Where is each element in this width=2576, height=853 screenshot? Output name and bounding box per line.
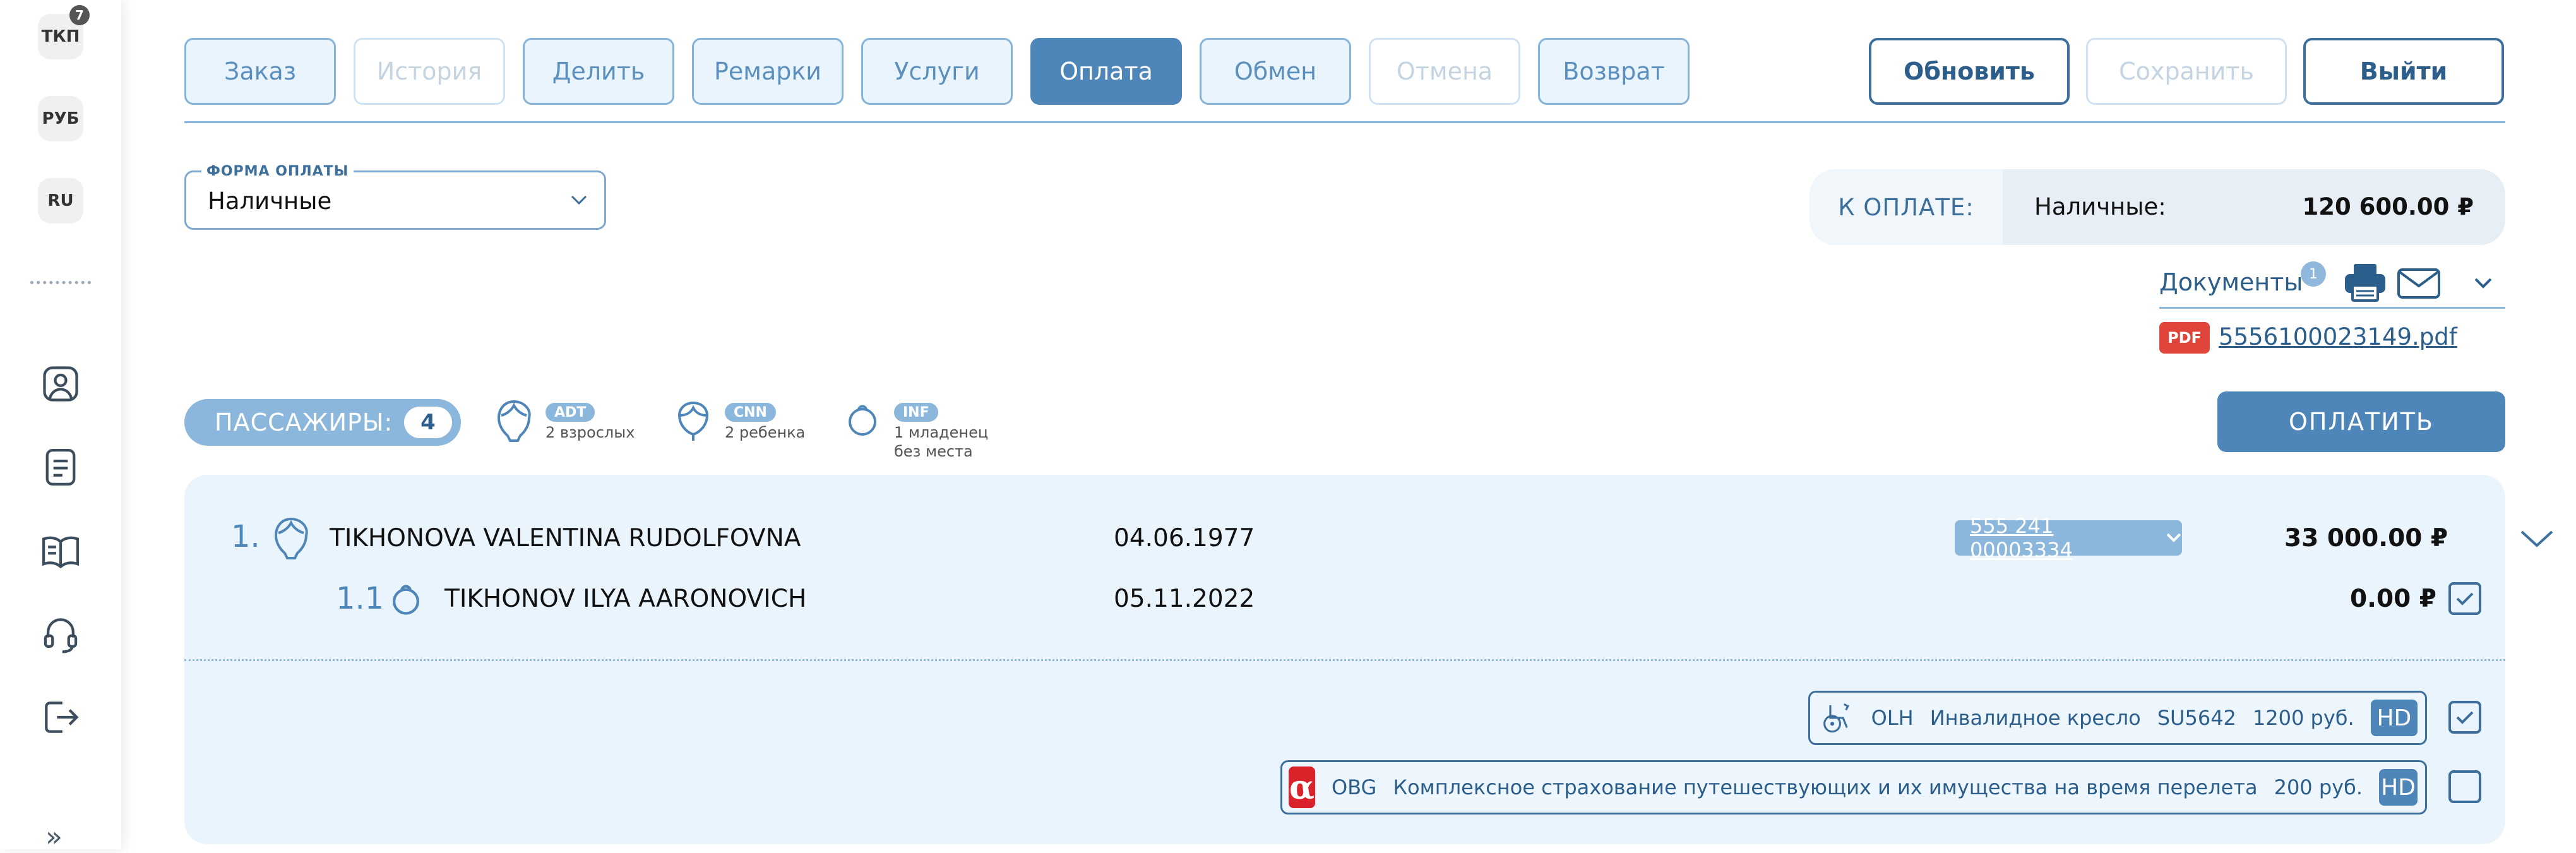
passenger-name: TIKHONOVA VALENTINA RUDOLFOVNA	[330, 524, 801, 552]
alpha-insurance-logo-icon: α	[1289, 767, 1315, 808]
service-item[interactable]: α OBG Комплексное страхование путешеству…	[1280, 760, 2427, 814]
service-status-badge: HD	[2378, 769, 2418, 806]
tab-cancel[interactable]: Отмена	[1369, 38, 1520, 105]
profile-icon[interactable]	[38, 361, 83, 407]
adult-face-icon	[497, 400, 531, 442]
chevron-down-icon	[2166, 533, 2181, 542]
wheelchair-icon	[1823, 703, 1849, 733]
passenger-number: 1.1	[336, 581, 385, 616]
passenger-type-desc-line2: без места	[894, 443, 973, 460]
headset-icon[interactable]	[38, 611, 83, 657]
infant-face-icon	[393, 585, 419, 615]
chevron-down-icon	[571, 195, 587, 205]
payment-form-value: Наличные	[208, 188, 332, 215]
passenger-dob: 05.11.2022	[1114, 585, 1255, 613]
sidebar-divider	[30, 281, 91, 284]
tab-split[interactable]: Делить	[523, 38, 674, 105]
to-pay-panel: К ОПЛАТЕ: Наличные: 120 600.00 ₽	[1810, 169, 2505, 245]
tab-remarks[interactable]: Ремарки	[692, 38, 844, 105]
header-divider	[184, 121, 2505, 123]
service-name: Инвалидное кресло	[1929, 706, 2141, 730]
save-button[interactable]: Сохранить	[2086, 38, 2287, 105]
infant-face-icon	[849, 405, 876, 436]
passenger-dob: 04.06.1977	[1114, 524, 1255, 552]
exit-button[interactable]: Выйти	[2303, 38, 2504, 105]
sidebar-item-label: РУБ	[42, 109, 80, 128]
card-divider	[184, 659, 2505, 661]
passengers-label: ПАССАЖИРЫ:	[215, 409, 393, 436]
documents-label[interactable]: Документы	[2159, 268, 2303, 296]
mail-icon[interactable]	[2397, 268, 2441, 299]
service-status-badge: HD	[2370, 700, 2418, 736]
service-price: 200 руб.	[2274, 775, 2363, 799]
refresh-button[interactable]: Обновить	[1869, 38, 2070, 105]
ticket-number-dropdown[interactable]: 555 241 00003334	[1955, 514, 2182, 562]
passenger-price: 0.00 ₽	[2350, 585, 2436, 613]
passengers-count: 4	[404, 407, 452, 438]
chevron-down-icon[interactable]	[2519, 528, 2555, 549]
chevron-down-icon[interactable]	[2472, 275, 2494, 290]
passenger-checkbox[interactable]	[2448, 582, 2481, 615]
book-icon[interactable]	[38, 528, 83, 573]
passenger-type-code: CNN	[725, 403, 776, 422]
service-code: OBG	[1331, 775, 1377, 799]
service-checkbox[interactable]	[2448, 770, 2481, 803]
service-code: OLH	[1871, 706, 1914, 730]
sidebar-item-currency[interactable]: РУБ	[38, 96, 83, 141]
passenger-type-code: ADT	[546, 403, 595, 422]
pdf-icon: PDF	[2159, 322, 2210, 354]
child-face-icon	[677, 401, 709, 441]
passenger-type-desc: 1 младенец	[894, 424, 989, 441]
check-icon	[2456, 592, 2474, 605]
notification-badge: 7	[69, 5, 90, 25]
service-flight: SU5642	[2157, 706, 2236, 730]
passenger-type-code: INF	[894, 403, 938, 422]
tab-payment[interactable]: Оплата	[1030, 38, 1182, 105]
service-name: Комплексное страхование путешествующих и…	[1393, 775, 2258, 799]
service-checkbox[interactable]	[2448, 701, 2481, 734]
payment-form-legend: ФОРМА ОПЛАТЫ	[201, 164, 354, 179]
tab-order[interactable]: Заказ	[184, 38, 336, 105]
passenger-type-desc: 2 ребенка	[725, 424, 806, 441]
tab-history[interactable]: История	[354, 38, 505, 105]
tab-services[interactable]: Услуги	[861, 38, 1013, 105]
passenger-number: 1.	[231, 519, 260, 554]
service-price: 1200 руб.	[2252, 706, 2354, 730]
sidebar-item-language[interactable]: RU	[38, 178, 83, 224]
to-pay-method: Наличные:	[2034, 193, 2166, 220]
expand-sidebar-icon[interactable]: »	[45, 821, 63, 853]
to-pay-label: К ОПЛАТЕ:	[1838, 193, 1974, 221]
tab-exchange[interactable]: Обмен	[1200, 38, 1351, 105]
documents-divider	[2159, 307, 2505, 309]
sidebar-item-label: RU	[47, 191, 74, 210]
tab-refund[interactable]: Возврат	[1538, 38, 1690, 105]
to-pay-amount: 120 600.00 ₽	[2302, 193, 2474, 220]
logout-icon[interactable]	[38, 695, 83, 740]
pay-button[interactable]: ОПЛАТИТЬ	[2217, 391, 2505, 452]
service-item[interactable]: OLH Инвалидное кресло SU5642 1200 руб. H…	[1808, 691, 2427, 745]
document-link[interactable]: 5556100023149.pdf	[2219, 323, 2457, 350]
ticket-number: 555 241 00003334	[1970, 514, 2073, 562]
sidebar-item-label: ТКП	[41, 27, 80, 46]
passenger-type-desc: 2 взрослых	[546, 424, 635, 441]
check-icon	[2456, 711, 2474, 724]
passenger-name: TIKHONOV ILYA AARONOVICH	[444, 585, 807, 613]
left-sidebar: ТКП 7 РУБ RU »	[0, 0, 121, 853]
notebook-icon[interactable]	[38, 444, 83, 490]
passenger-price: 33 000.00 ₽	[2284, 524, 2448, 552]
payment-form-select[interactable]: ФОРМА ОПЛАТЫ Наличные	[184, 164, 606, 230]
sidebar-item-tkp[interactable]: ТКП 7	[38, 5, 90, 59]
printer-icon[interactable]	[2344, 263, 2387, 302]
adult-face-icon	[274, 517, 308, 559]
documents-count-badge: 1	[2301, 261, 2326, 287]
